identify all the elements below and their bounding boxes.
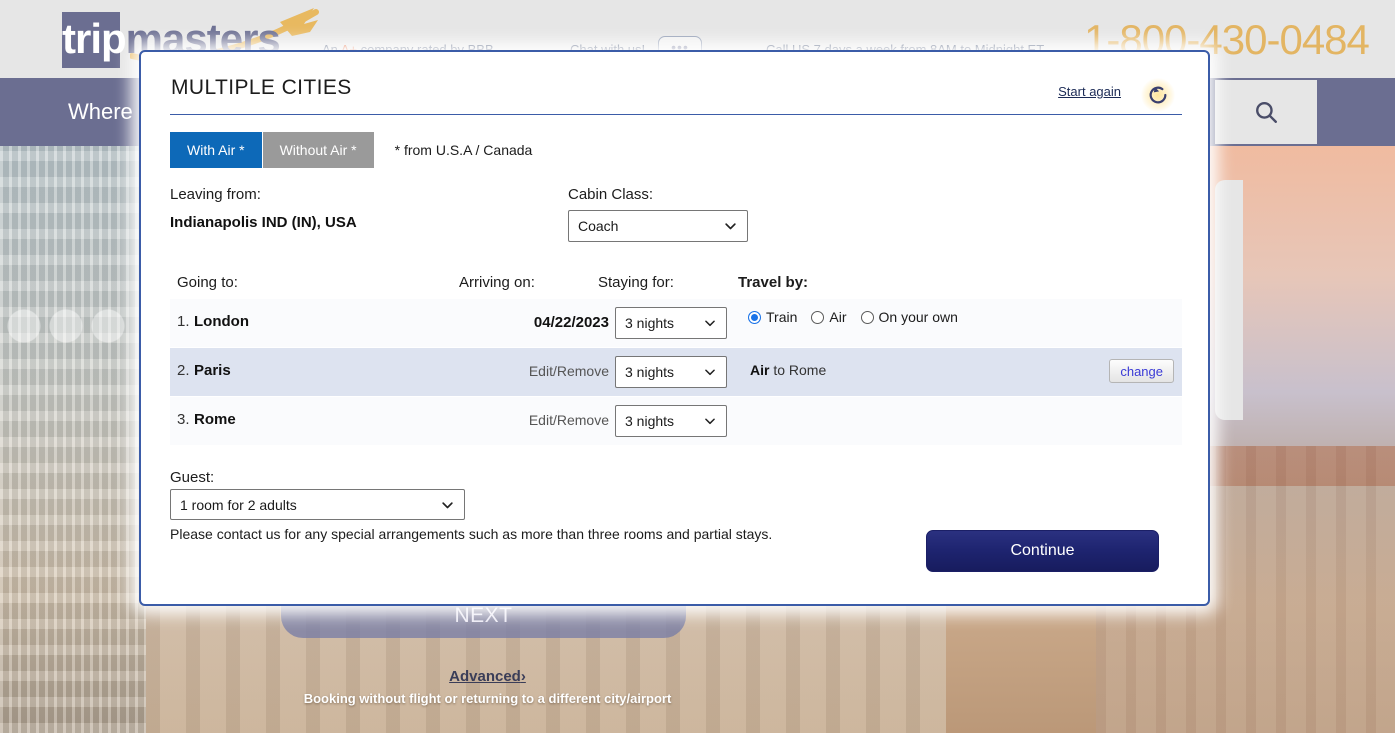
- guest-select[interactable]: 1 room for 2 adults: [170, 489, 465, 520]
- radio-option-train[interactable]: Train: [748, 309, 797, 325]
- modal-title: MULTIPLE CITIES: [171, 76, 352, 99]
- row-nights-select[interactable]: 3 nights: [615, 307, 727, 339]
- radio-train-icon: [748, 310, 761, 324]
- row-travel-summary: Air to Rome: [750, 362, 826, 378]
- radio-option-air[interactable]: Air: [811, 309, 847, 325]
- leaving-from-value: Indianapolis IND (IN), USA: [170, 214, 357, 231]
- table-row: 2. Paris Edit/Remove 3 nights Air to Rom…: [170, 348, 1182, 396]
- row-city-name: London: [194, 313, 249, 330]
- row-travel-mode: Air: [750, 362, 770, 378]
- radio-option-on-your-own[interactable]: On your own: [860, 309, 958, 325]
- row-nights-select[interactable]: 3 nights: [615, 356, 727, 388]
- chevron-down-icon: [442, 501, 453, 508]
- row-number: 2.: [177, 362, 190, 379]
- hero-photo-arches: [4, 266, 146, 426]
- radio-air-label: Air: [829, 309, 847, 325]
- radio-air-icon: [811, 310, 825, 324]
- row-arriving-date: 04/22/2023: [533, 314, 609, 331]
- guest-label: Guest:: [170, 469, 215, 486]
- row-nights-select[interactable]: 3 nights: [615, 405, 727, 437]
- row-number: 1.: [177, 313, 190, 330]
- multiple-cities-modal: MULTIPLE CITIES Start again With Air * W…: [139, 50, 1210, 606]
- column-header-arriving-on: Arriving on:: [459, 274, 535, 291]
- start-again-link[interactable]: Start again: [1058, 84, 1121, 99]
- chevron-down-icon: [705, 418, 715, 425]
- reset-circular-arrow-icon: [1149, 86, 1167, 104]
- reset-button[interactable]: [1141, 78, 1175, 112]
- nav-bar-right-block: [1317, 78, 1395, 146]
- radio-on-your-own-label: On your own: [878, 309, 958, 325]
- radio-on-your-own-icon: [860, 310, 874, 324]
- advanced-subtitle: Booking without flight or returning to a…: [303, 691, 672, 706]
- row-edit-remove-link[interactable]: Edit/Remove: [459, 363, 609, 379]
- modal-divider: [170, 114, 1182, 115]
- side-panel: [1215, 180, 1243, 420]
- row-city-name: Rome: [194, 411, 236, 428]
- nav-item-where[interactable]: Where: [68, 99, 133, 125]
- continue-button[interactable]: Continue: [926, 530, 1159, 572]
- column-header-travel-by: Travel by:: [738, 274, 809, 291]
- leaving-from-label: Leaving from:: [170, 186, 261, 203]
- row-city-name: Paris: [194, 362, 231, 379]
- chevron-down-icon: [705, 320, 715, 327]
- row-nights-value: 3 nights: [625, 364, 675, 380]
- advanced-link-label: Advanced: [449, 668, 521, 685]
- column-header-going-to: Going to:: [177, 274, 238, 291]
- tab-without-air[interactable]: Without Air *: [262, 132, 374, 168]
- row-edit-remove-link[interactable]: Edit/Remove: [459, 412, 609, 428]
- search-button[interactable]: [1215, 80, 1317, 144]
- table-row: 3. Rome Edit/Remove 3 nights: [170, 397, 1182, 445]
- special-arrangements-note: Please contact us for any special arrang…: [170, 526, 773, 542]
- guest-value: 1 room for 2 adults: [180, 496, 297, 513]
- chevron-down-icon: [705, 369, 715, 376]
- cabin-class-value: Coach: [578, 218, 619, 234]
- hero-photo-left: [0, 146, 146, 733]
- tab-note: * from U.S.A / Canada: [394, 142, 533, 158]
- row-nights-value: 3 nights: [625, 413, 675, 429]
- tab-with-air[interactable]: With Air *: [170, 132, 262, 168]
- row-number: 3.: [177, 411, 190, 428]
- row-travel-destination: to Rome: [769, 362, 827, 378]
- itinerary-table-header: Going to: Arriving on: Staying for: Trav…: [141, 274, 1208, 300]
- change-button[interactable]: change: [1109, 359, 1174, 383]
- column-header-staying-for: Staying for:: [598, 274, 674, 291]
- table-row: 1. London 04/22/2023 3 nights Train Air …: [170, 299, 1182, 347]
- search-icon: [1256, 102, 1277, 123]
- logo-text-trip: trip: [62, 15, 127, 62]
- air-mode-tabs: With Air * Without Air * * from U.S.A / …: [170, 132, 532, 168]
- chevron-down-icon: [725, 223, 736, 230]
- cabin-class-label: Cabin Class:: [568, 186, 654, 203]
- chevron-right-icon: ›: [520, 668, 526, 685]
- row-nights-value: 3 nights: [625, 315, 675, 331]
- advanced-link[interactable]: Advanced›: [0, 668, 975, 685]
- cabin-class-select[interactable]: Coach: [568, 210, 748, 242]
- radio-train-label: Train: [766, 309, 798, 325]
- travel-by-radio-group: Train Air On your own: [748, 309, 972, 325]
